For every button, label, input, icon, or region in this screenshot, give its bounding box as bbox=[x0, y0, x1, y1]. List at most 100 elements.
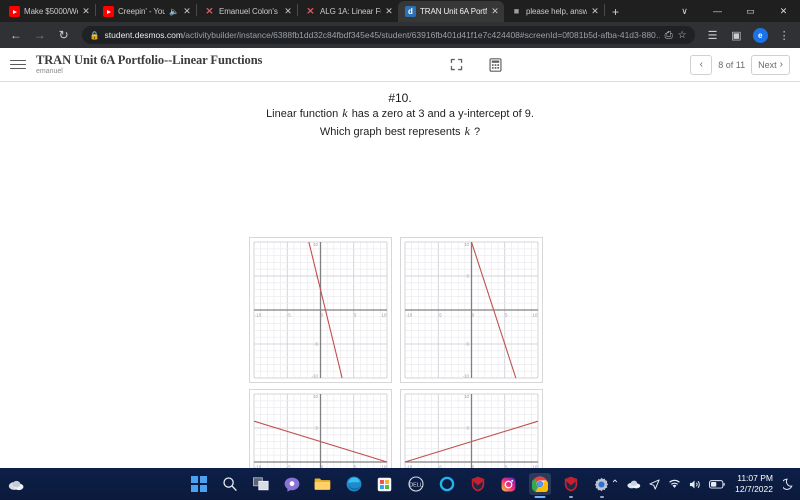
tray-overflow-icon[interactable]: ⌃ bbox=[611, 479, 619, 490]
url-text: student.desmos.com/activitybuilder/insta… bbox=[105, 30, 660, 40]
wifi-icon[interactable] bbox=[668, 479, 681, 489]
math-variable-k: k bbox=[464, 123, 470, 138]
svg-text:-5: -5 bbox=[465, 342, 469, 347]
settings-button[interactable] bbox=[591, 473, 613, 495]
svg-text:10: 10 bbox=[313, 242, 318, 247]
svg-text:10: 10 bbox=[313, 394, 318, 399]
microsoft-store-button[interactable] bbox=[374, 473, 396, 495]
instagram-button[interactable] bbox=[498, 473, 520, 495]
address-bar[interactable]: 🔒 student.desmos.com/activitybuilder/ins… bbox=[81, 26, 695, 44]
previous-page-button[interactable]: ‹ bbox=[690, 54, 713, 75]
dell-icon: DELL bbox=[407, 476, 424, 492]
tab-strip: Make $5000/Week ✕ Creepin' - YouT 🔈 ✕ ⨯ … bbox=[0, 0, 800, 22]
weather-widget[interactable] bbox=[8, 468, 25, 500]
file-explorer-button[interactable] bbox=[312, 473, 334, 495]
generic-page-icon: ■ bbox=[513, 6, 520, 16]
svg-text:-10: -10 bbox=[406, 313, 413, 318]
close-icon[interactable]: ✕ bbox=[183, 7, 191, 16]
edge-icon bbox=[346, 476, 361, 492]
task-view-button[interactable] bbox=[250, 473, 272, 495]
cloud-icon[interactable] bbox=[627, 479, 641, 489]
location-icon[interactable] bbox=[649, 478, 660, 490]
calculator-icon[interactable] bbox=[489, 57, 502, 72]
cortana-icon bbox=[439, 476, 454, 492]
question-line-2: Which graph best represents k ? bbox=[0, 123, 800, 141]
shield-icon bbox=[564, 476, 577, 492]
moon-icon[interactable] bbox=[783, 478, 794, 490]
next-page-button[interactable]: Next › bbox=[751, 54, 790, 75]
start-button[interactable] bbox=[188, 473, 210, 495]
browser-tab-2[interactable]: Creepin' - YouT 🔈 ✕ bbox=[96, 1, 196, 22]
close-icon[interactable]: ✕ bbox=[385, 7, 393, 16]
antivirus-button[interactable] bbox=[560, 473, 582, 495]
graph-a-svg: -10-50510105-5-10 bbox=[253, 241, 388, 379]
browser-tab-3[interactable]: ⨯ Emanuel Colon's H ✕ bbox=[197, 1, 297, 22]
tab-title: please help, answe bbox=[526, 7, 587, 16]
clock-date: 12/7/2022 bbox=[735, 484, 773, 494]
question-text-after: has a zero at 3 and a y-intercept of 9. bbox=[351, 108, 534, 120]
graph-choice-a[interactable]: -10-50510105-5-10 bbox=[249, 237, 392, 383]
tab-search-icon[interactable]: ∨ bbox=[668, 0, 701, 22]
svg-text:10: 10 bbox=[533, 313, 538, 318]
profile-avatar[interactable]: e bbox=[750, 25, 770, 45]
windows-icon bbox=[190, 476, 207, 492]
forward-button[interactable]: → bbox=[30, 25, 50, 45]
tab-title: ALG 1A: Linear Fun bbox=[320, 7, 381, 16]
svg-text:-5: -5 bbox=[438, 313, 442, 318]
question-number: #10. bbox=[388, 91, 412, 105]
reload-button[interactable]: ↻ bbox=[54, 25, 74, 45]
dell-button[interactable]: DELL bbox=[405, 473, 427, 495]
browser-tab-5-active[interactable]: d TRAN Unit 6A Portf ✕ bbox=[398, 1, 504, 22]
hamburger-icon[interactable] bbox=[10, 59, 26, 70]
graph-choice-d[interactable]: -10-50510105-5-10 bbox=[400, 389, 543, 468]
title-block: TRAN Unit 6A Portfolio--Linear Functions… bbox=[36, 53, 262, 76]
search-button[interactable] bbox=[219, 473, 241, 495]
share-icon[interactable]: ⎙ bbox=[665, 30, 673, 41]
bookmark-star-icon[interactable]: ☆ bbox=[678, 30, 687, 41]
new-tab-button[interactable]: + bbox=[605, 5, 626, 19]
window-controls: ∨ — ▭ ✕ bbox=[668, 0, 800, 22]
close-icon[interactable]: ✕ bbox=[82, 7, 90, 16]
edge-button[interactable] bbox=[343, 473, 365, 495]
maximize-button[interactable]: ▭ bbox=[734, 0, 767, 22]
mute-icon[interactable]: 🔈 bbox=[169, 7, 179, 16]
back-button[interactable]: ← bbox=[6, 25, 26, 45]
teams-button[interactable] bbox=[281, 473, 303, 495]
browser-tab-4[interactable]: ⨯ ALG 1A: Linear Fun ✕ bbox=[298, 1, 398, 22]
svg-text:-10: -10 bbox=[463, 374, 470, 379]
speaker-icon[interactable] bbox=[689, 479, 701, 490]
close-window-button[interactable]: ✕ bbox=[767, 0, 800, 22]
browser-tab-6[interactable]: ■ please help, answe ✕ bbox=[504, 1, 604, 22]
instagram-icon bbox=[501, 477, 516, 491]
cortana-button[interactable] bbox=[436, 473, 458, 495]
task-view-icon bbox=[252, 477, 269, 491]
question-content: #10. Linear function k has a zero at 3 a… bbox=[0, 82, 800, 468]
close-icon[interactable]: ✕ bbox=[491, 7, 499, 16]
shield-icon bbox=[471, 476, 484, 492]
clock[interactable]: 11:07 PM 12/7/2022 bbox=[735, 473, 773, 494]
battery-icon[interactable] bbox=[709, 479, 725, 489]
math-variable-k: k bbox=[342, 106, 348, 120]
svg-text:-5: -5 bbox=[287, 313, 291, 318]
side-panel-icon[interactable]: ▣ bbox=[726, 25, 746, 45]
graph-c-svg: -10-50510105-5-10 bbox=[253, 393, 388, 468]
browser-toolbar: ← → ↻ 🔒 student.desmos.com/activitybuild… bbox=[0, 22, 800, 48]
close-icon[interactable]: ✕ bbox=[284, 7, 292, 16]
tab-title: Emanuel Colon's H bbox=[219, 7, 280, 16]
chrome-menu-icon[interactable]: ⋮ bbox=[774, 25, 794, 45]
svg-text:10: 10 bbox=[382, 313, 387, 318]
fullscreen-icon[interactable] bbox=[450, 58, 463, 72]
graph-choice-b[interactable]: -10 -5 0 5 10 10 5 -5 -10 bbox=[400, 237, 543, 383]
graph-choice-c[interactable]: -10-50510105-5-10 bbox=[249, 389, 392, 468]
close-icon[interactable]: ✕ bbox=[591, 7, 599, 16]
clock-time: 11:07 PM bbox=[737, 473, 773, 484]
svg-text:-10: -10 bbox=[312, 374, 319, 379]
system-tray: ⌃ 11:07 PM 12/7/2022 bbox=[611, 468, 794, 500]
reading-list-icon[interactable]: ☰ bbox=[703, 25, 723, 45]
chrome-button[interactable] bbox=[528, 473, 551, 495]
tab-title: Creepin' - YouT bbox=[118, 7, 166, 16]
browser-tab-1[interactable]: Make $5000/Week ✕ bbox=[2, 1, 95, 22]
mcafee-button[interactable] bbox=[467, 473, 489, 495]
answer-choice-graphs: -10-50510105-5-10 -10-50510105-5-10 -10 -… bbox=[249, 237, 543, 468]
minimize-button[interactable]: — bbox=[701, 0, 734, 22]
